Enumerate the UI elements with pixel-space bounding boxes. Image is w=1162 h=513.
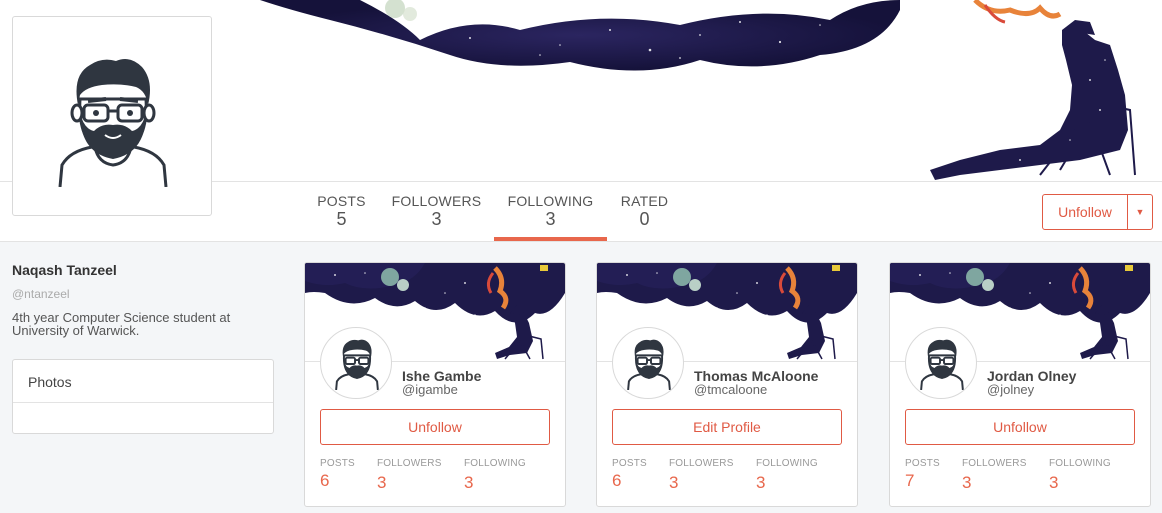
avatar-illustration-icon: [58, 59, 168, 187]
tab-posts[interactable]: POSTS 5: [310, 182, 373, 241]
tab-rated-count: 0: [639, 209, 650, 229]
tab-rated[interactable]: RATED 0: [616, 182, 673, 241]
card-following-label: FOLLOWING: [1049, 458, 1111, 469]
tab-following-label: FOLLOWING: [507, 193, 594, 209]
unfollow-button[interactable]: Unfollow: [1043, 195, 1127, 229]
tab-posts-label: POSTS: [317, 193, 366, 209]
card-followers-label: FOLLOWERS: [669, 458, 734, 469]
avatar-illustration-icon: [335, 339, 379, 390]
unfollow-button-group: Unfollow ▼: [1042, 194, 1153, 230]
card-posts-label: POSTS: [905, 458, 940, 469]
card-following-count: 3: [1049, 473, 1059, 492]
card-avatar[interactable]: [320, 327, 392, 399]
card-followers-stat: FOLLOWERS 3: [962, 458, 1027, 493]
card-user-handle: @igambe: [402, 382, 458, 397]
card-posts-count: 6: [320, 471, 330, 490]
user-card: Jordan Olney @jolney Unfollow POSTS 7 FO…: [889, 262, 1151, 507]
card-posts-label: POSTS: [612, 458, 647, 469]
tab-posts-count: 5: [336, 209, 347, 229]
profile-bio: 4th year Computer Science student at Uni…: [12, 310, 231, 338]
user-card: Thomas McAloone @tmcaloone Edit Profile …: [596, 262, 858, 507]
card-posts-count: 7: [905, 471, 915, 490]
card-followers-count: 3: [377, 473, 387, 492]
card-following-label: FOLLOWING: [756, 458, 818, 469]
card-user-handle: @jolney: [987, 382, 1035, 397]
avatar-illustration-icon: [627, 339, 671, 390]
card-posts-stat: POSTS 6: [612, 458, 647, 491]
profile-avatar[interactable]: [12, 16, 212, 216]
card-following-stat: FOLLOWING 3: [464, 458, 526, 493]
card-posts-label: POSTS: [320, 458, 355, 469]
tab-followers[interactable]: FOLLOWERS 3: [388, 182, 485, 241]
card-followers-count: 3: [669, 473, 679, 492]
card-followers-label: FOLLOWERS: [377, 458, 442, 469]
card-avatar[interactable]: [612, 327, 684, 399]
card-following-count: 3: [756, 473, 766, 492]
card-action-button[interactable]: Unfollow: [320, 409, 550, 445]
caret-down-icon[interactable]: ▼: [1127, 195, 1152, 229]
card-following-count: 3: [464, 473, 474, 492]
card-followers-count: 3: [962, 473, 972, 492]
card-posts-stat: POSTS 7: [905, 458, 940, 491]
tab-following[interactable]: FOLLOWING 3: [494, 182, 607, 241]
card-posts-count: 6: [612, 471, 622, 490]
card-following-label: FOLLOWING: [464, 458, 526, 469]
profile-handle: @ntanzeel: [12, 287, 70, 301]
card-user-handle: @tmcaloone: [694, 382, 768, 397]
card-following-stat: FOLLOWING 3: [1049, 458, 1111, 493]
tab-followers-label: FOLLOWERS: [391, 193, 482, 209]
card-action-button[interactable]: Edit Profile: [612, 409, 842, 445]
card-followers-label: FOLLOWERS: [962, 458, 1027, 469]
card-posts-stat: POSTS 6: [320, 458, 355, 491]
card-followers-stat: FOLLOWERS 3: [377, 458, 442, 493]
card-avatar[interactable]: [905, 327, 977, 399]
profile-name: Naqash Tanzeel: [12, 262, 117, 278]
card-action-button[interactable]: Unfollow: [905, 409, 1135, 445]
card-followers-stat: FOLLOWERS 3: [669, 458, 734, 493]
tab-rated-label: RATED: [620, 193, 669, 209]
user-card: Ishe Gambe @igambe Unfollow POSTS 6 FOLL…: [304, 262, 566, 507]
photos-panel-header[interactable]: Photos: [13, 360, 273, 403]
photos-panel: Photos: [12, 359, 274, 434]
tab-followers-count: 3: [431, 209, 442, 229]
tab-following-count: 3: [545, 209, 556, 229]
card-following-stat: FOLLOWING 3: [756, 458, 818, 493]
avatar-illustration-icon: [920, 339, 964, 390]
